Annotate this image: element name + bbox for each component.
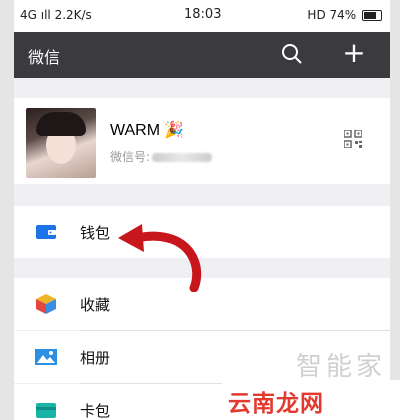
status-right: HD 74%: [307, 8, 382, 22]
menu-label-favorites: 收藏: [80, 296, 111, 314]
watermark-bottom-text: 云南龙网: [228, 391, 324, 417]
status-bar: 4G ıll 2.2K/s 18:03 HD 74%: [14, 0, 390, 32]
wechat-id-blurred: [152, 153, 213, 162]
battery-icon: [362, 10, 382, 21]
page-title: 微信: [28, 48, 61, 67]
title-bar: 微信 +: [14, 32, 390, 78]
status-time: 18:03: [184, 7, 222, 22]
profile-nickname: WARM 🎉: [110, 120, 184, 140]
wechat-id-label: 微信号:: [110, 150, 151, 164]
watermark-top: 智能家: [296, 352, 387, 382]
red-arrow-annotation: [118, 224, 202, 292]
menu-label-album: 相册: [80, 349, 111, 367]
wechat-id: 微信号:: [110, 148, 213, 165]
wallet-icon: [36, 225, 56, 239]
profile-card[interactable]: WARM 🎉 微信号:: [14, 98, 390, 184]
phone-frame: 4G ıll 2.2K/s 18:03 HD 74% 微信 + WARM 🎉 微信…: [0, 0, 400, 420]
party-popper-icon: 🎉: [164, 122, 184, 139]
favorites-cube-icon: [36, 294, 56, 314]
add-icon[interactable]: +: [340, 39, 368, 67]
menu-label-wallet: 钱包: [80, 224, 111, 242]
network-status: 4G ıll 2.2K/s: [20, 8, 92, 22]
qr-code-icon[interactable]: [344, 130, 362, 148]
card-bag-icon: [36, 403, 56, 418]
album-image-icon: [35, 349, 57, 365]
nickname-text: WARM: [110, 122, 161, 139]
menu-label-cards: 卡包: [80, 402, 111, 420]
watermark-bottom: 云南龙网: [222, 380, 400, 420]
search-icon[interactable]: [280, 42, 304, 66]
avatar[interactable]: [26, 108, 96, 178]
hd-battery-text: HD 74%: [307, 8, 357, 22]
